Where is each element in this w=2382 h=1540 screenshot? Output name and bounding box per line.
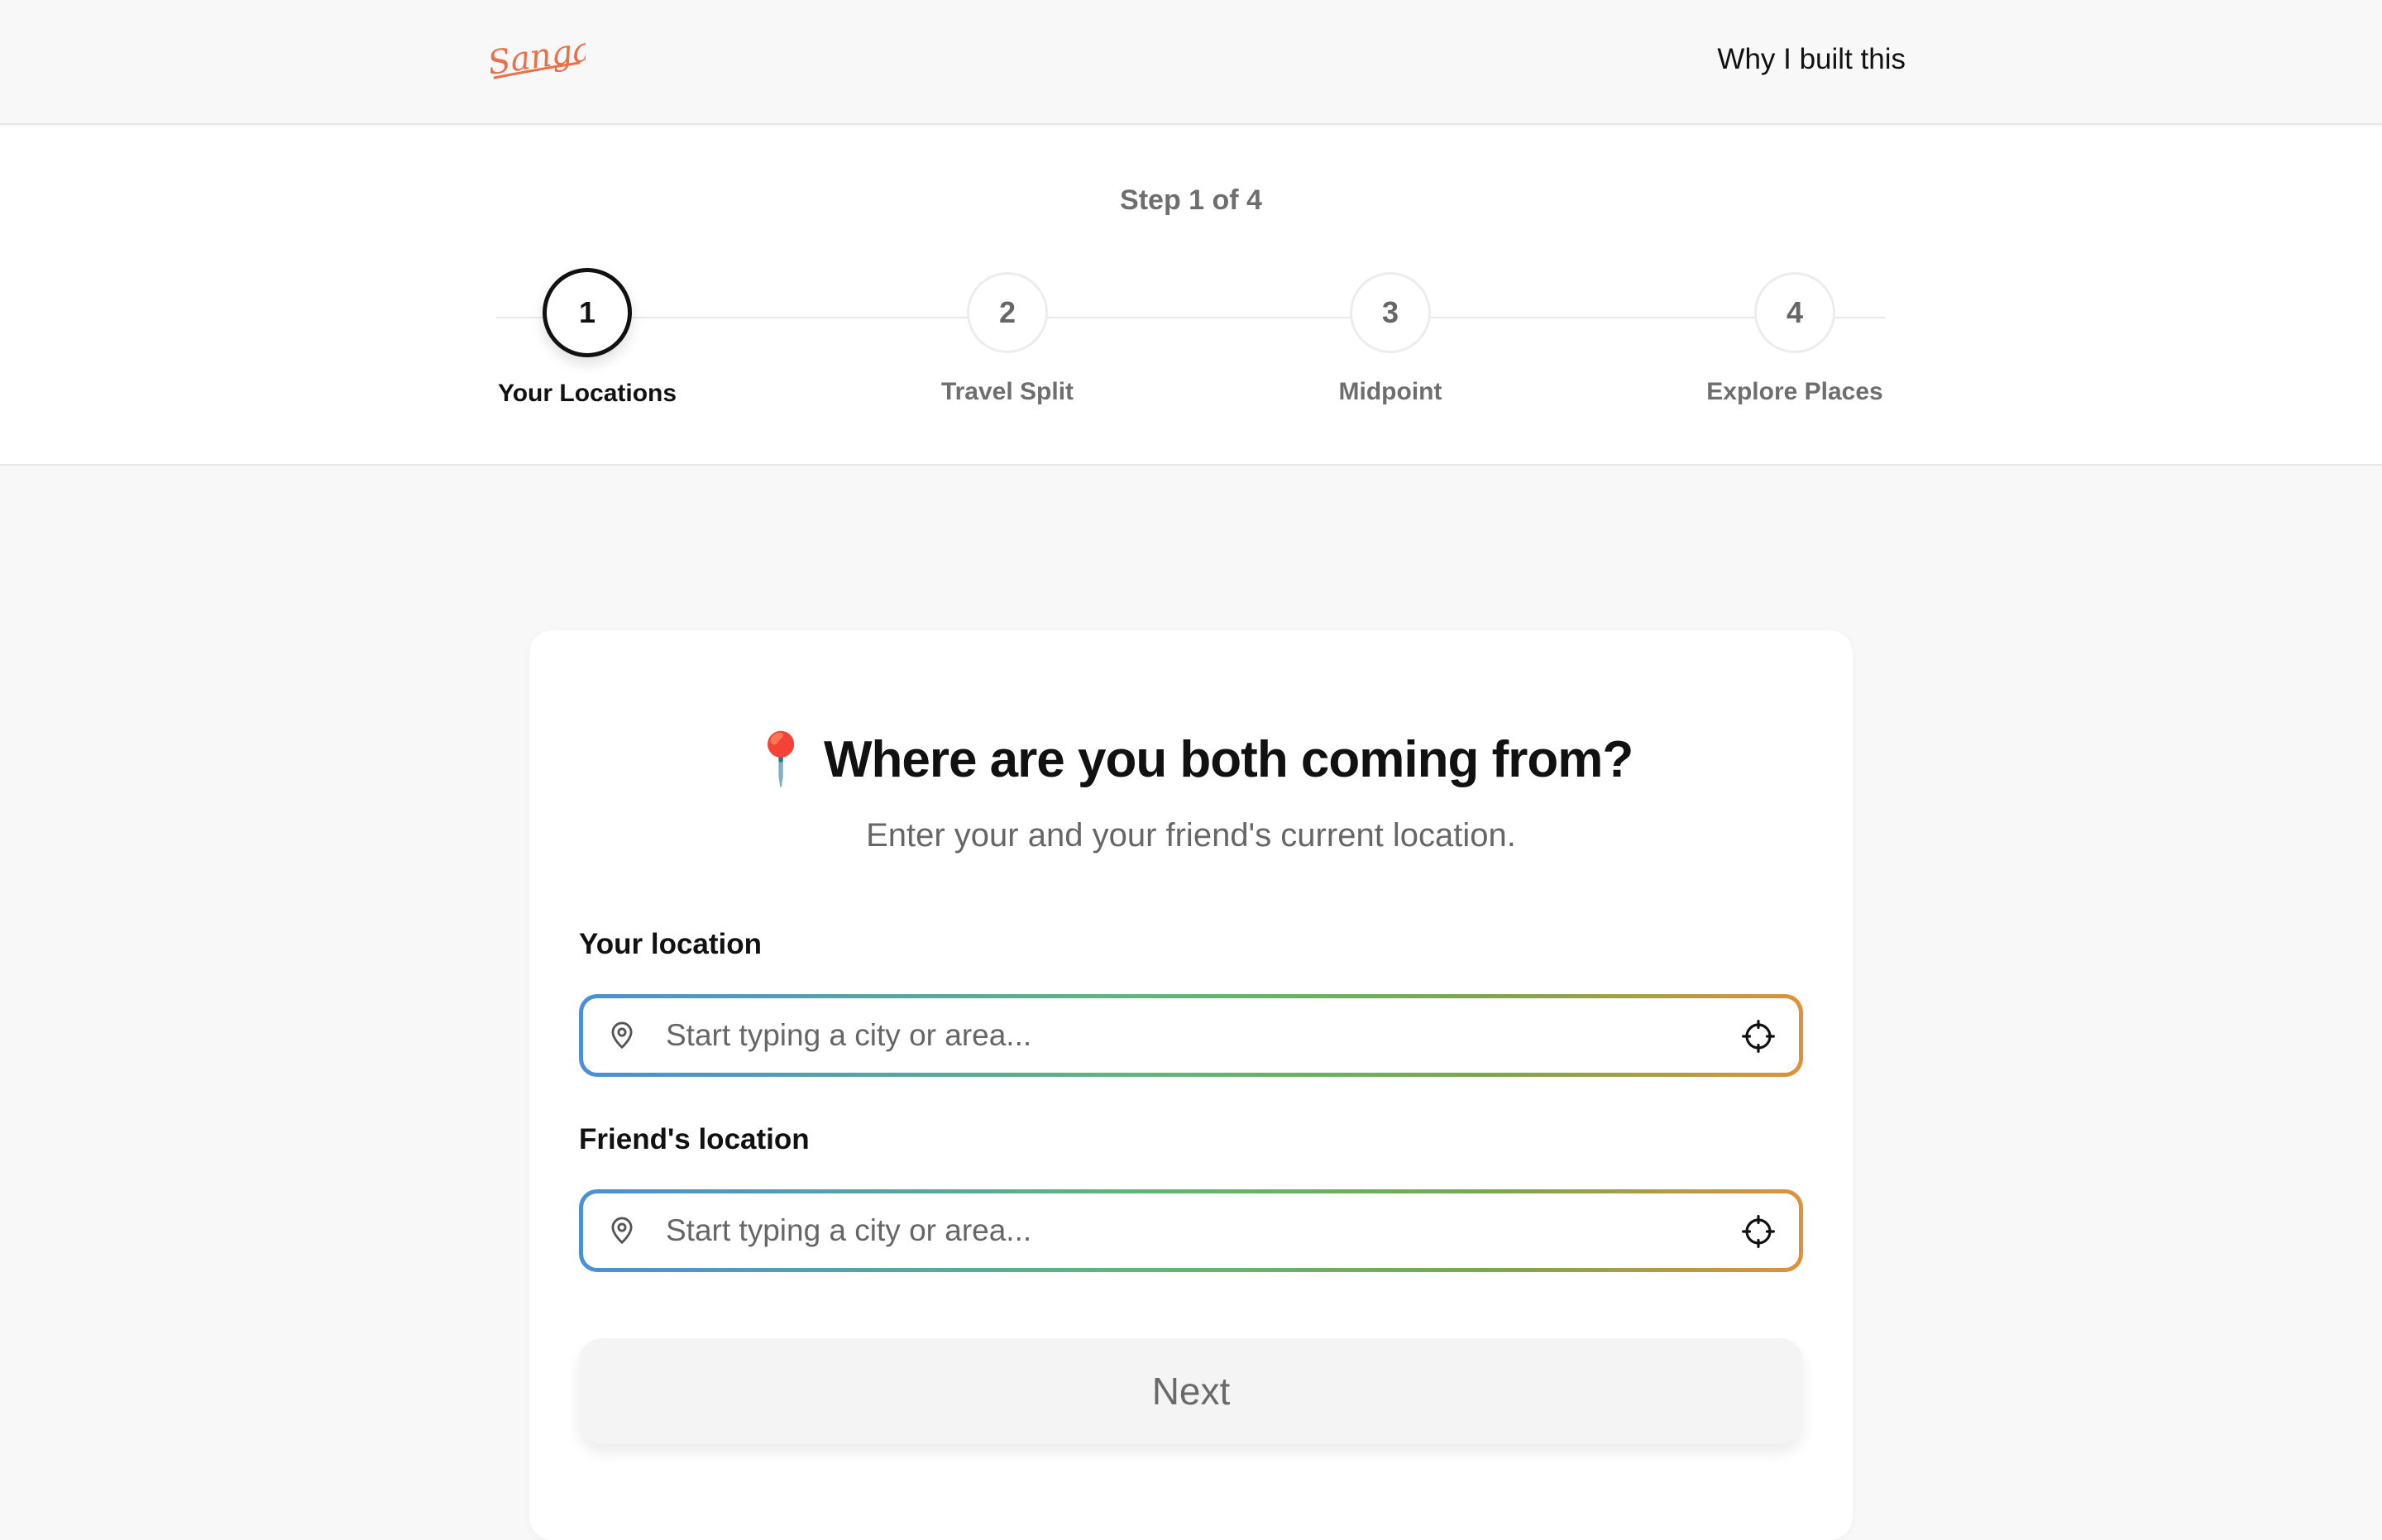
logo-text: Sangam	[486, 30, 586, 83]
why-i-built-this-link[interactable]: Why I built this	[1717, 43, 1906, 76]
step-midpoint[interactable]: 3 Midpoint	[1266, 272, 1514, 406]
map-pin-icon	[611, 1021, 633, 1049]
step-label: Travel Split	[940, 378, 1074, 405]
stepper: Step 1 of 4 1 Your Locations 2 Travel Sp…	[0, 127, 2382, 466]
your-location-field	[579, 994, 1803, 1077]
card-subtitle: Enter your and your friend's current loc…	[866, 817, 1516, 854]
step-label: Explore Places	[1706, 378, 1883, 405]
step-your-locations[interactable]: 1 Your Locations	[463, 268, 711, 408]
your-location-input[interactable]	[666, 998, 1691, 1073]
crosshair-icon[interactable]	[1741, 1214, 1776, 1249]
friend-location-field	[579, 1189, 1803, 1272]
step-label: Your Locations	[497, 380, 677, 407]
friend-location-label: Friend's location	[579, 1123, 810, 1155]
next-button[interactable]: Next	[579, 1338, 1803, 1444]
locations-card: 📍 Where are you both coming from? Enter y…	[529, 630, 1853, 1540]
step-travel-split[interactable]: 2 Travel Split	[883, 272, 1131, 406]
step-circle: 1	[543, 268, 632, 357]
step-explore-places[interactable]: 4 Explore Places	[1671, 272, 1919, 406]
crosshair-icon[interactable]	[1741, 1019, 1776, 1054]
step-progress-text: Step 1 of 4	[1120, 184, 1262, 216]
card-title-text: Where are you both coming from?	[823, 731, 1633, 788]
map-pin-icon	[611, 1217, 633, 1244]
step-circle: 2	[967, 272, 1048, 353]
sangam-logo[interactable]: Sangam	[486, 30, 586, 89]
card-title: 📍 Where are you both coming from?	[529, 729, 1853, 790]
step-circle: 4	[1754, 272, 1835, 353]
step-circle: 3	[1350, 272, 1431, 353]
friend-location-field-inner	[583, 1193, 1799, 1268]
friend-location-input[interactable]	[666, 1193, 1691, 1268]
pushpin-icon: 📍	[749, 731, 813, 788]
top-header: Sangam Why I built this	[0, 0, 2382, 125]
your-location-label: Your location	[579, 928, 763, 960]
step-label: Midpoint	[1338, 378, 1442, 405]
your-location-field-inner	[583, 998, 1799, 1073]
